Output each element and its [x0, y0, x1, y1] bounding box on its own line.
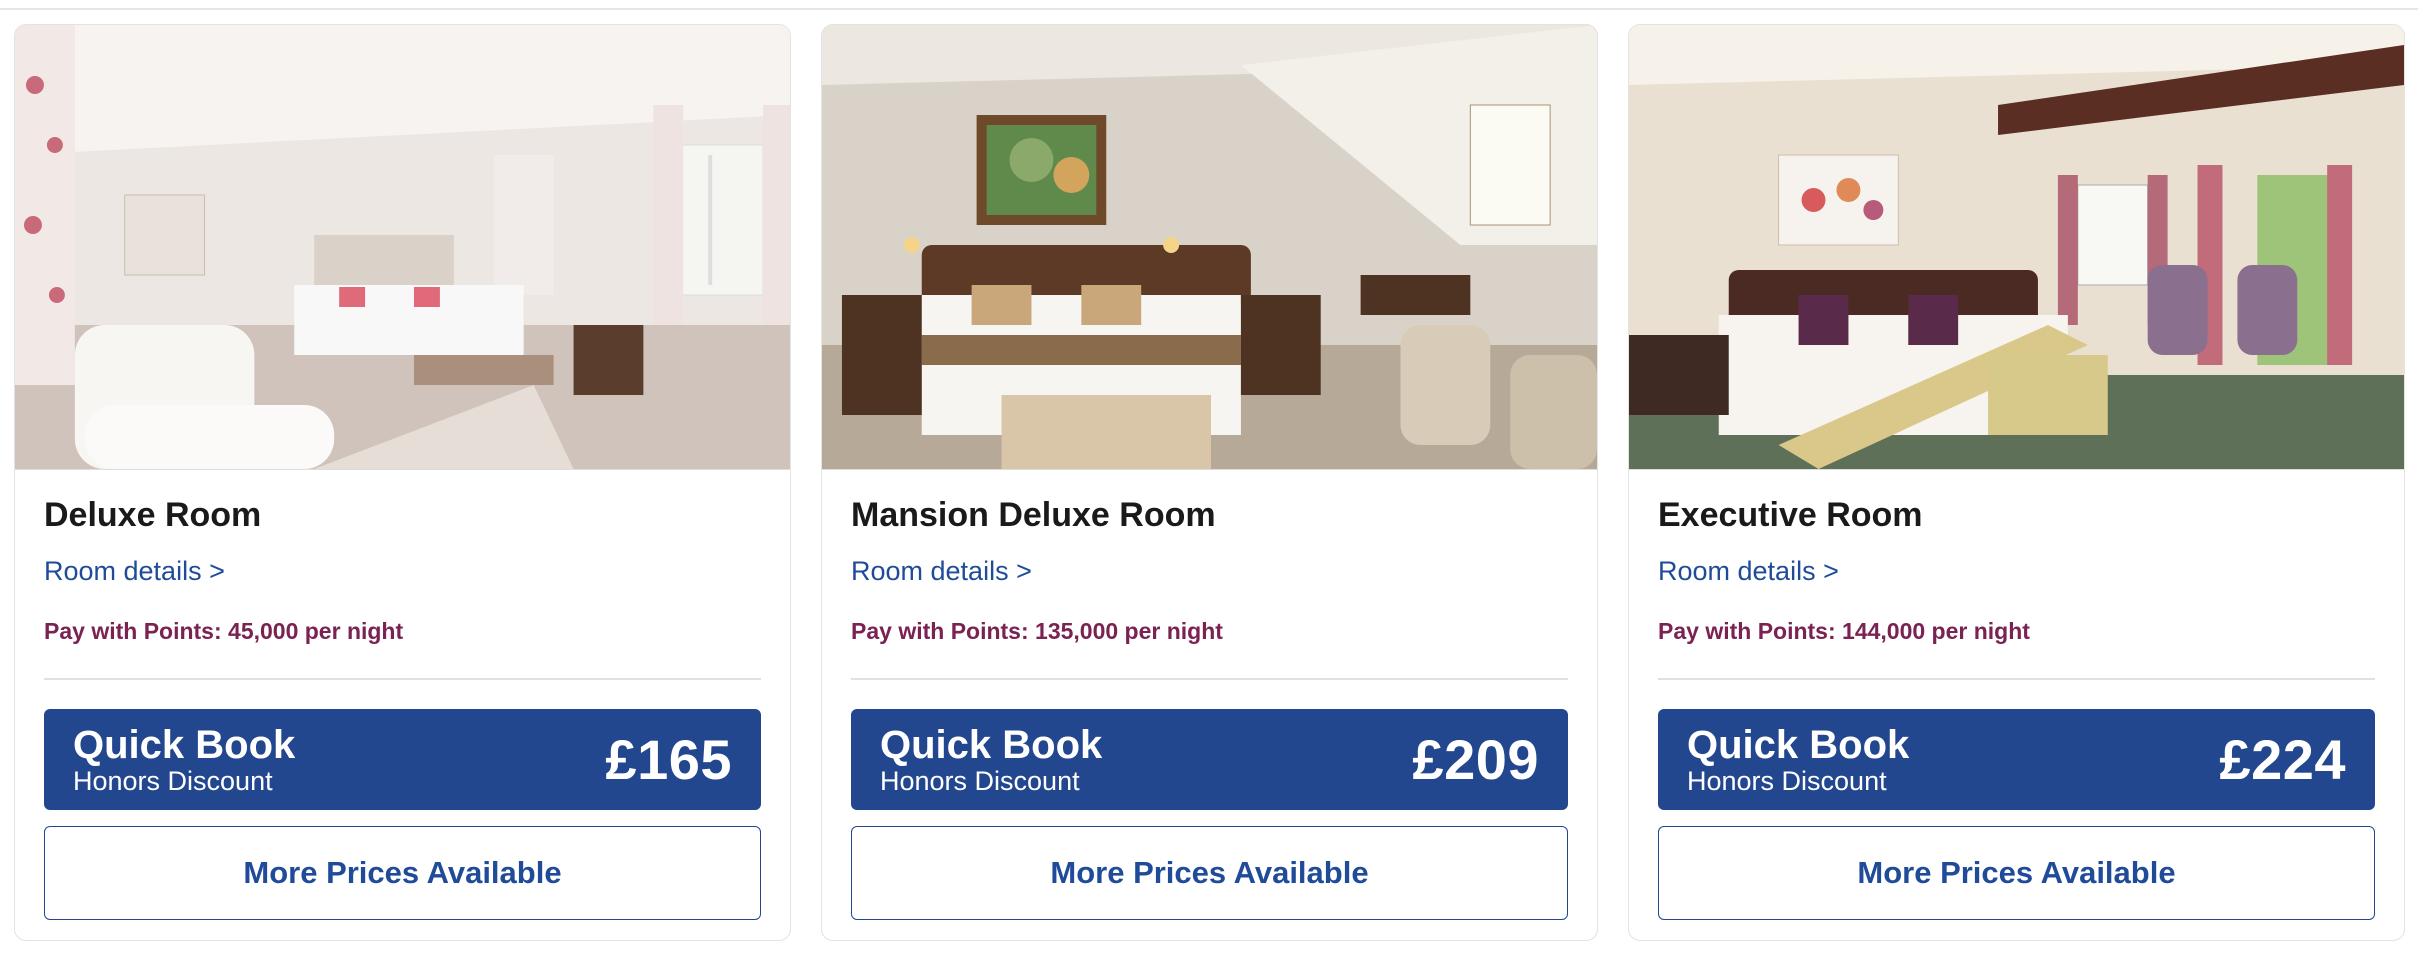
bedroom-photo-icon [1629, 25, 2404, 469]
quick-book-button[interactable]: Quick Book Honors Discount £209 [851, 709, 1568, 810]
room-photo-executive[interactable] [1629, 25, 2404, 470]
more-prices-button[interactable]: More Prices Available [1658, 826, 2375, 920]
room-details-link[interactable]: Room details > [851, 554, 1032, 588]
points-price: Pay with Points: 135,000 per night [851, 618, 1223, 644]
quick-book-button[interactable]: Quick Book Honors Discount £165 [44, 709, 761, 810]
quick-book-label: Quick Book [73, 722, 296, 767]
room-price: £209 [1412, 728, 1539, 791]
quick-book-label: Quick Book [1687, 722, 1910, 767]
quick-book-label: Quick Book [880, 722, 1103, 767]
room-details-link[interactable]: Room details > [44, 554, 225, 588]
rate-name: Honors Discount [73, 765, 273, 796]
card-divider [851, 678, 1568, 680]
top-divider [0, 8, 2418, 10]
room-title: Mansion Deluxe Room [851, 496, 1216, 534]
bedroom-photo-icon [822, 25, 1597, 469]
more-prices-button[interactable]: More Prices Available [851, 826, 1568, 920]
room-title: Executive Room [1658, 496, 1923, 534]
room-card-executive: Executive Room Room details > Pay with P… [1628, 24, 2405, 941]
card-divider [44, 678, 761, 680]
room-price: £224 [2219, 728, 2346, 791]
room-card-deluxe: Deluxe Room Room details > Pay with Poin… [14, 24, 791, 941]
rate-name: Honors Discount [880, 765, 1080, 796]
room-details-link[interactable]: Room details > [1658, 554, 1839, 588]
room-photo-mansion-deluxe[interactable] [822, 25, 1597, 470]
room-card-mansion-deluxe: Mansion Deluxe Room Room details > Pay w… [821, 24, 1598, 941]
card-divider [1658, 678, 2375, 680]
room-price: £165 [605, 728, 732, 791]
points-price: Pay with Points: 144,000 per night [1658, 618, 2030, 644]
more-prices-button[interactable]: More Prices Available [44, 826, 761, 920]
room-title: Deluxe Room [44, 496, 262, 534]
bedroom-photo-icon [15, 25, 790, 469]
room-photo-deluxe[interactable] [15, 25, 790, 470]
rate-name: Honors Discount [1687, 765, 1887, 796]
points-price: Pay with Points: 45,000 per night [44, 618, 404, 644]
quick-book-button[interactable]: Quick Book Honors Discount £224 [1658, 709, 2375, 810]
room-cards: Deluxe Room Room details > Pay with Poin… [14, 24, 2405, 941]
